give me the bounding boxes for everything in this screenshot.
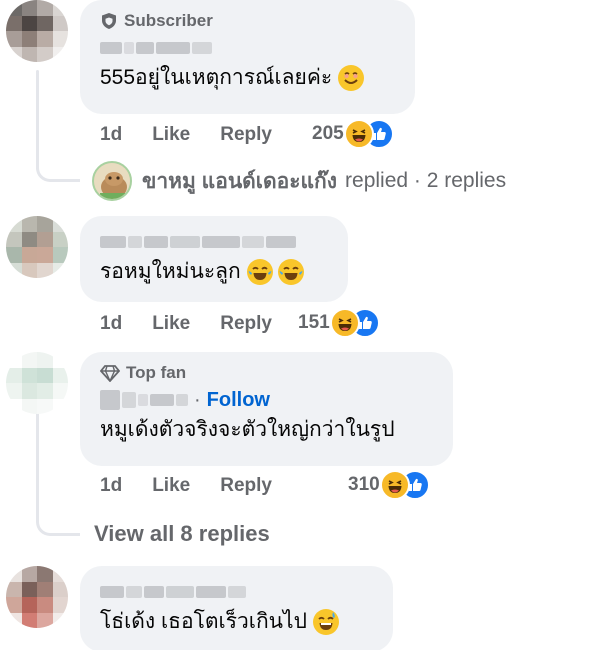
comment-text: หมูเด้งตัวจริงจะตัวใหญ่กว่าในรูป xyxy=(100,418,395,441)
haha-reaction-icon xyxy=(329,308,360,338)
badge-label: Subscriber xyxy=(124,11,213,30)
avatar[interactable] xyxy=(6,0,68,62)
commenter-name[interactable] xyxy=(100,390,188,410)
tears-of-joy-emoji xyxy=(246,259,273,286)
comment-bubble: รอหมูใหม่นะลูก xyxy=(80,216,348,302)
reaction-summary[interactable]: 205 xyxy=(312,119,394,149)
commenter-name[interactable] xyxy=(100,235,296,249)
view-all-replies-link[interactable]: View all 8 replies xyxy=(94,521,270,547)
avatar[interactable] xyxy=(6,216,68,278)
comment-text: รอหมูใหม่นะลูก xyxy=(100,260,241,283)
comment-bubble: Top fan · Follow หมูเด้งตัวจริงจะตัวใหญ่… xyxy=(80,352,453,466)
avatar[interactable] xyxy=(6,566,68,628)
reply-button[interactable]: Reply xyxy=(220,475,272,497)
reaction-count: 205 xyxy=(312,123,344,144)
tears-of-joy-emoji xyxy=(278,259,305,286)
comment-actions: 1d Like Reply xyxy=(100,313,272,335)
reaction-summary[interactable]: 151 xyxy=(298,308,380,338)
reaction-count: 310 xyxy=(348,474,380,495)
comment-text: โธ่เด้ง เธอโตเร็วเกินไป xyxy=(100,610,307,633)
comment-actions: 1d Like Reply xyxy=(100,124,272,146)
thread-connector xyxy=(36,500,80,536)
thread-connector xyxy=(36,150,80,182)
commenter-name[interactable] xyxy=(100,41,212,55)
replies-count-label: replied · 2 replies xyxy=(345,169,507,192)
badge-label: Top fan xyxy=(126,363,187,382)
comment-bubble: โธ่เด้ง เธอโตเร็วเกินไป xyxy=(80,566,393,650)
reaction-count: 151 xyxy=(298,312,330,333)
separator-dot: · xyxy=(194,388,201,411)
comment-bubble: Subscriber 555อยู่ในเหตุการณ์เลยค่ะ xyxy=(80,0,415,114)
smiling-face-emoji xyxy=(338,65,365,92)
like-button[interactable]: Like xyxy=(152,124,190,146)
like-button[interactable]: Like xyxy=(152,313,190,335)
replier-avatar xyxy=(92,161,132,201)
replier-name: ขาหมู แอนด์เดอะแก๊ง xyxy=(142,169,338,193)
avatar[interactable] xyxy=(6,352,68,414)
top-fan-badge: Top fan xyxy=(100,362,433,384)
view-replies-link[interactable]: ขาหมู แอนด์เดอะแก๊ง replied · 2 replies xyxy=(92,161,506,201)
like-button[interactable]: Like xyxy=(152,475,190,497)
subscriber-badge: Subscriber xyxy=(100,10,395,32)
diamond-icon xyxy=(100,365,120,382)
reply-button[interactable]: Reply xyxy=(220,124,272,146)
timestamp[interactable]: 1d xyxy=(100,313,122,335)
comment-text: 555อยู่ในเหตุการณ์เลยค่ะ xyxy=(100,66,333,89)
reply-button[interactable]: Reply xyxy=(220,313,272,335)
timestamp[interactable]: 1d xyxy=(100,124,122,146)
reaction-summary[interactable]: 310 xyxy=(348,470,430,500)
thread-line xyxy=(36,410,39,510)
haha-reaction-icon xyxy=(343,119,374,149)
grinning-sweat-emoji xyxy=(312,609,339,636)
comment-actions: 1d Like Reply xyxy=(100,475,272,497)
shield-icon xyxy=(102,13,116,29)
commenter-name[interactable] xyxy=(100,585,246,599)
haha-reaction-icon xyxy=(379,470,410,500)
timestamp[interactable]: 1d xyxy=(100,475,122,497)
follow-button[interactable]: Follow xyxy=(207,389,270,412)
